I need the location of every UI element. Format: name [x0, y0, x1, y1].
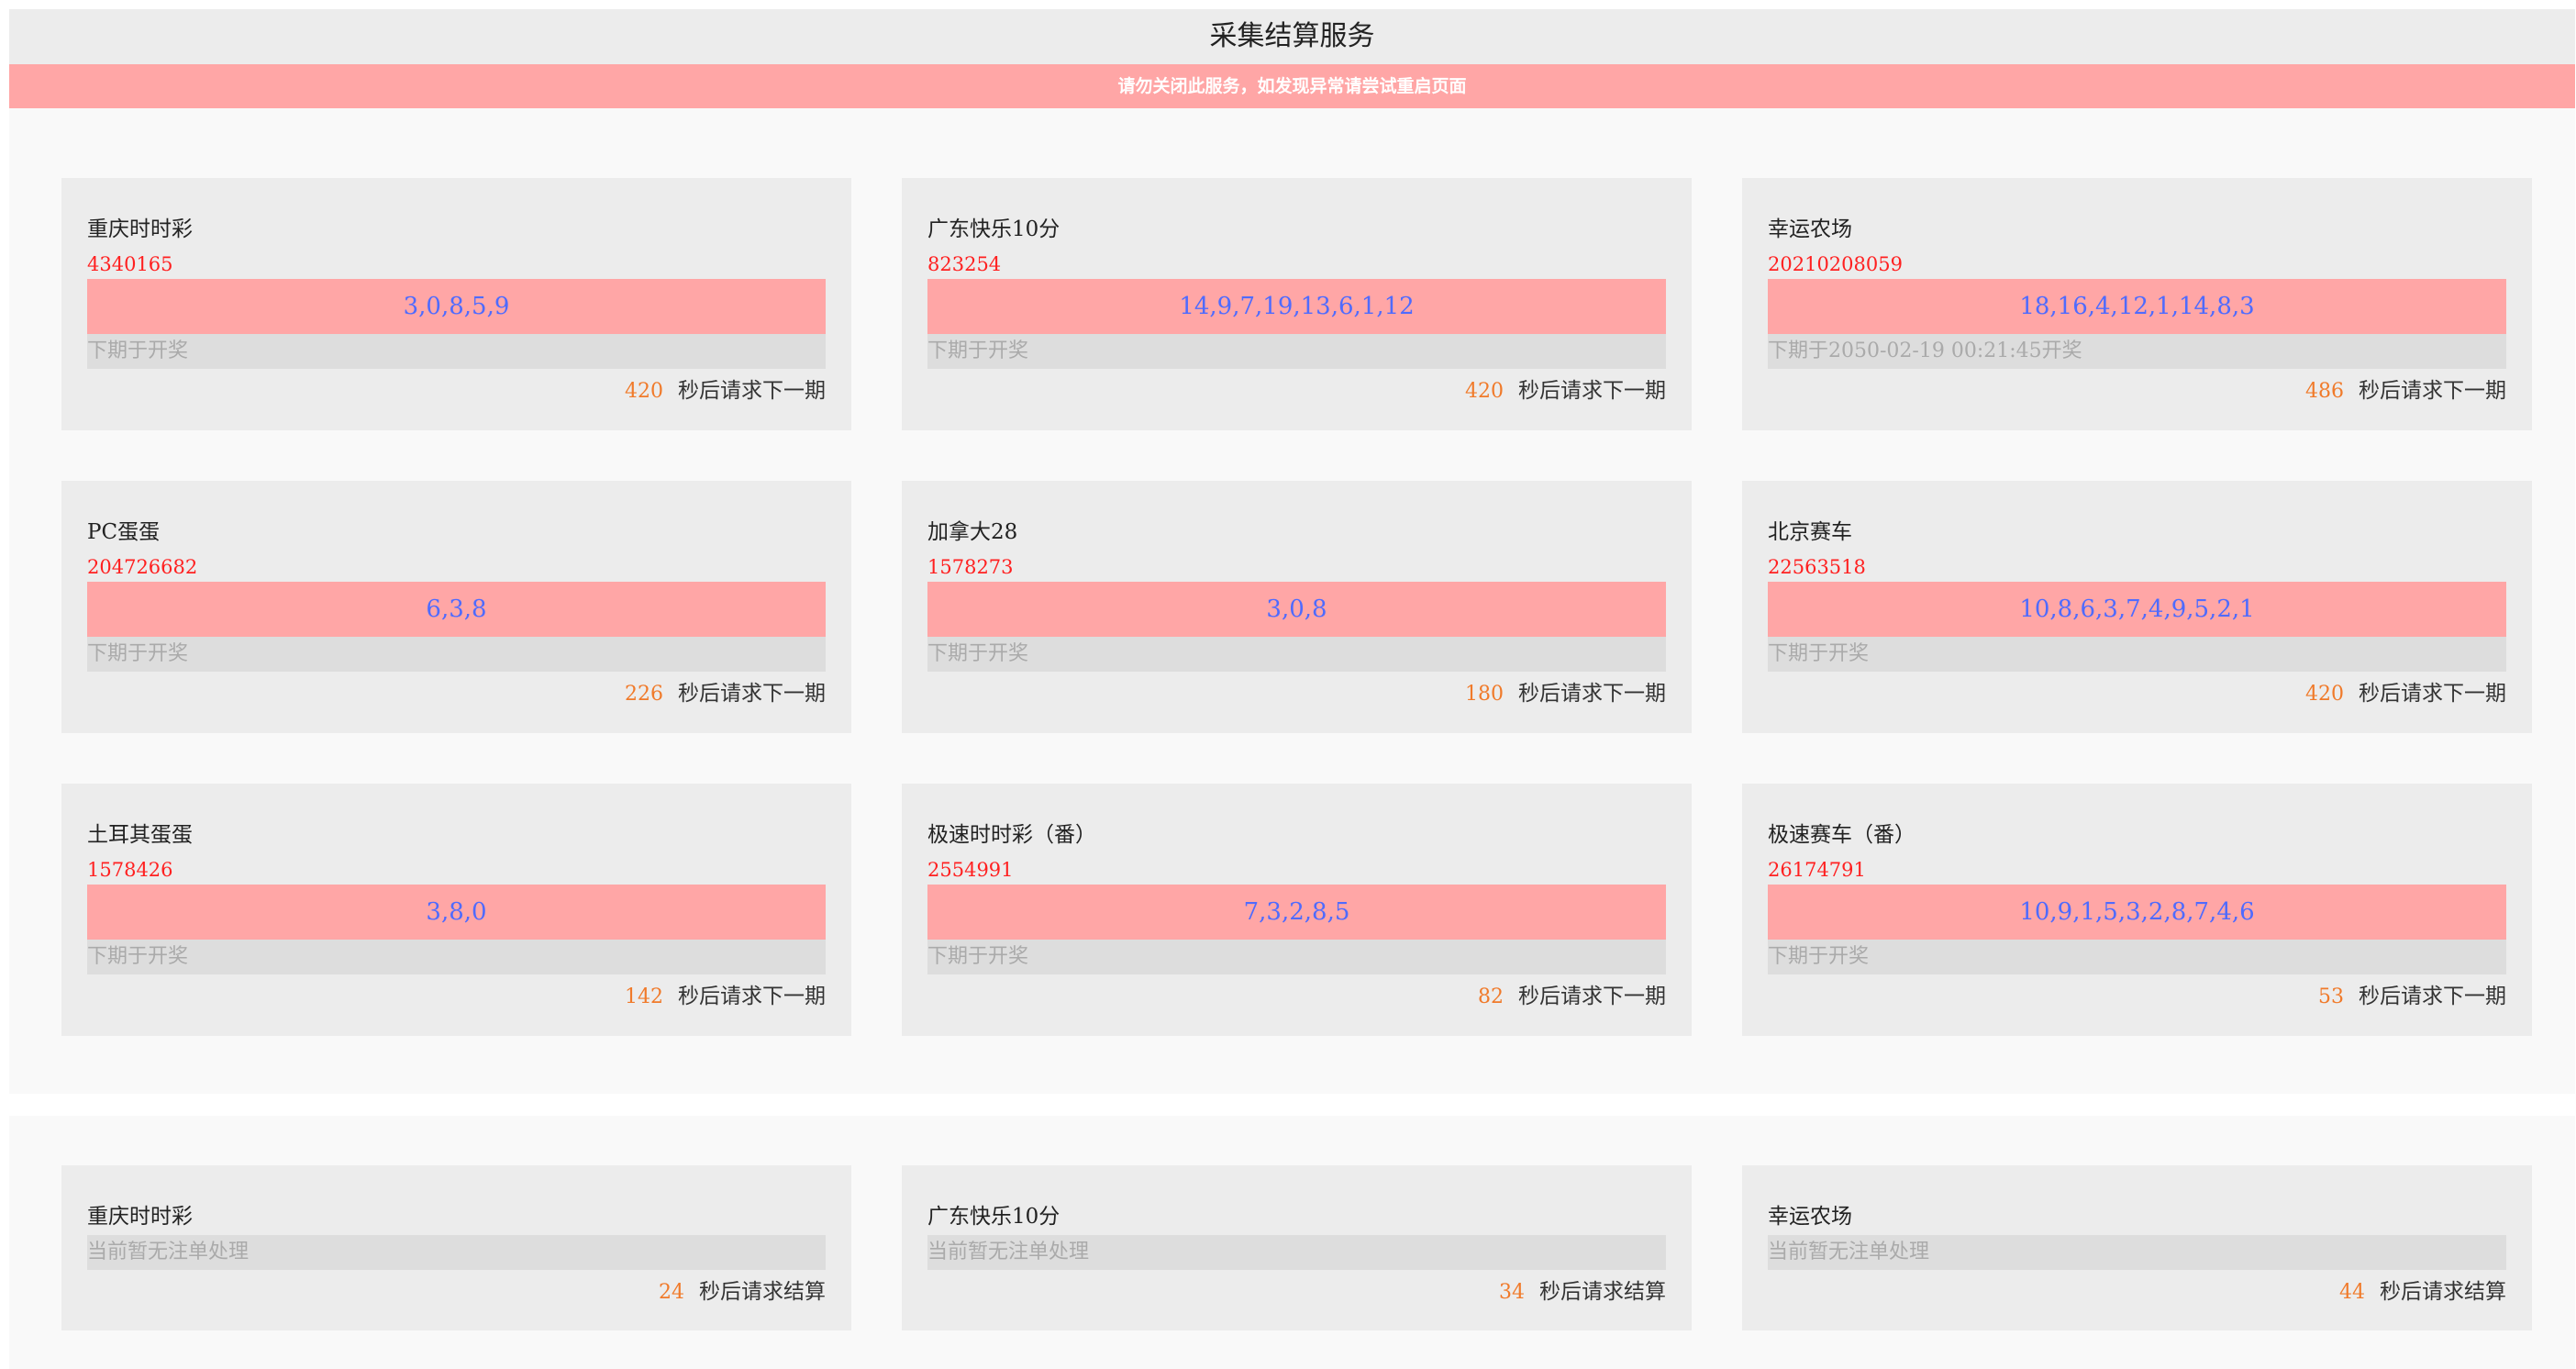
countdown: 34 秒后请求结算: [1499, 1274, 1666, 1305]
issue-number: 26174791: [1768, 859, 1866, 881]
countdown-label: 秒后请求结算: [699, 1280, 826, 1304]
lottery-name: 幸运农场: [1768, 1205, 1852, 1229]
next-draw-info: 下期于开奖: [927, 334, 1666, 369]
settle-card-cqssc: 重庆时时彩 当前暂无注单处理 24 秒后请求结算: [61, 1165, 851, 1330]
draw-numbers: 10,9,1,5,3,2,8,7,4,6: [1768, 885, 2506, 940]
collect-card-xync: 幸运农场 20210208059 18,16,4,12,1,14,8,3 下期于…: [1742, 178, 2532, 430]
countdown-seconds: 44: [2339, 1281, 2365, 1304]
countdown: 420 秒后请求下一期: [1465, 373, 1666, 404]
lottery-name: 幸运农场: [1768, 217, 1852, 241]
countdown: 420 秒后请求下一期: [2305, 675, 2506, 707]
lottery-name: 广东快乐10分: [927, 217, 1060, 241]
countdown: 82 秒后请求下一期: [1478, 978, 1666, 1009]
lottery-name: 重庆时时彩: [87, 1205, 193, 1229]
draw-numbers: 3,0,8,5,9: [87, 279, 826, 334]
next-draw-info: 下期于2050-02-19 00:21:45开奖: [1768, 334, 2506, 369]
page-title: 采集结算服务: [9, 9, 2575, 64]
lottery-name: 极速赛车（番）: [1768, 823, 1915, 847]
countdown-label: 秒后请求下一期: [1518, 985, 1666, 1008]
issue-number: 4340165: [87, 253, 173, 275]
countdown: 180 秒后请求下一期: [1465, 675, 1666, 707]
next-draw-info: 下期于开奖: [87, 637, 826, 672]
countdown: 142 秒后请求下一期: [625, 978, 826, 1009]
countdown: 486 秒后请求下一期: [2305, 373, 2506, 404]
next-draw-info: 下期于开奖: [927, 637, 1666, 672]
lottery-name: 广东快乐10分: [927, 1205, 1060, 1229]
issue-number: 2554991: [927, 859, 1014, 881]
lottery-name: 重庆时时彩: [87, 217, 193, 241]
issue-number: 20210208059: [1768, 253, 1903, 275]
settle-status: 当前暂无注单处理: [1768, 1235, 2506, 1270]
countdown-seconds: 34: [1499, 1281, 1525, 1304]
countdown-seconds: 24: [659, 1281, 684, 1304]
countdown-seconds: 420: [2305, 683, 2344, 706]
countdown-label: 秒后请求结算: [1539, 1280, 1666, 1304]
issue-number: 823254: [927, 253, 1002, 275]
countdown-label: 秒后请求下一期: [1518, 682, 1666, 706]
countdown-seconds: 53: [2318, 985, 2344, 1008]
warning-banner: 请勿关闭此服务，如发现异常请尝试重启页面: [9, 64, 2575, 108]
next-draw-info: 下期于开奖: [87, 334, 826, 369]
countdown: 44 秒后请求结算: [2339, 1274, 2506, 1305]
countdown-seconds: 486: [2305, 380, 2344, 403]
lottery-name: 土耳其蛋蛋: [87, 823, 193, 847]
collect-card-jsssc: 极速时时彩（番） 2554991 7,3,2,8,5 下期于开奖 82 秒后请求下…: [902, 784, 1692, 1036]
draw-numbers: 3,0,8: [927, 582, 1666, 637]
countdown-label: 秒后请求下一期: [678, 985, 826, 1008]
countdown-label: 秒后请求结算: [2380, 1280, 2506, 1304]
countdown: 226 秒后请求下一期: [625, 675, 826, 707]
collect-card-gdkl10: 广东快乐10分 823254 14,9,7,19,13,6,1,12 下期于开奖…: [902, 178, 1692, 430]
draw-numbers: 10,8,6,3,7,4,9,5,2,1: [1768, 582, 2506, 637]
draw-numbers: 3,8,0: [87, 885, 826, 940]
countdown: 24 秒后请求结算: [659, 1274, 826, 1305]
collect-card-bjsc: 北京赛车 22563518 10,8,6,3,7,4,9,5,2,1 下期于开奖…: [1742, 481, 2532, 733]
settle-card-gdkl10: 广东快乐10分 当前暂无注单处理 34 秒后请求结算: [902, 1165, 1692, 1330]
collect-card-cqssc: 重庆时时彩 4340165 3,0,8,5,9 下期于开奖 420 秒后请求下一期: [61, 178, 851, 430]
countdown: 53 秒后请求下一期: [2318, 978, 2506, 1009]
collect-card-pcdd: PC蛋蛋 204726682 6,3,8 下期于开奖 226 秒后请求下一期: [61, 481, 851, 733]
countdown-seconds: 420: [625, 380, 663, 403]
settle-card-xync: 幸运农场 当前暂无注单处理 44 秒后请求结算: [1742, 1165, 2532, 1330]
countdown-seconds: 226: [625, 683, 663, 706]
page: 采集结算服务 请勿关闭此服务，如发现异常请尝试重启页面 重庆时时彩 434016…: [9, 9, 2575, 1369]
collect-panel: 重庆时时彩 4340165 3,0,8,5,9 下期于开奖 420 秒后请求下一期…: [9, 108, 2575, 1094]
settle-status: 当前暂无注单处理: [87, 1235, 826, 1270]
next-draw-info: 下期于开奖: [87, 940, 826, 974]
settle-status: 当前暂无注单处理: [927, 1235, 1666, 1270]
issue-number: 1578426: [87, 859, 173, 881]
lottery-name: 加拿大28: [927, 520, 1018, 544]
countdown-label: 秒后请求下一期: [2359, 985, 2506, 1008]
lottery-name: PC蛋蛋: [87, 520, 161, 544]
collect-card-tredd: 土耳其蛋蛋 1578426 3,8,0 下期于开奖 142 秒后请求下一期: [61, 784, 851, 1036]
draw-numbers: 7,3,2,8,5: [927, 885, 1666, 940]
countdown-seconds: 420: [1465, 380, 1504, 403]
countdown-label: 秒后请求下一期: [678, 682, 826, 706]
countdown-label: 秒后请求下一期: [678, 379, 826, 403]
settle-panel: 重庆时时彩 当前暂无注单处理 24 秒后请求结算 广东快乐10分 当前暂无注单处理…: [9, 1116, 2575, 1369]
next-draw-info: 下期于开奖: [927, 940, 1666, 974]
countdown-label: 秒后请求下一期: [2359, 379, 2506, 403]
lottery-name: 北京赛车: [1768, 520, 1852, 544]
countdown-seconds: 142: [625, 985, 663, 1008]
draw-numbers: 14,9,7,19,13,6,1,12: [927, 279, 1666, 334]
collect-card-jnd28: 加拿大28 1578273 3,0,8 下期于开奖 180 秒后请求下一期: [902, 481, 1692, 733]
countdown: 420 秒后请求下一期: [625, 373, 826, 404]
issue-number: 1578273: [927, 556, 1014, 578]
countdown-seconds: 180: [1465, 683, 1504, 706]
next-draw-info: 下期于开奖: [1768, 637, 2506, 672]
countdown-label: 秒后请求下一期: [1518, 379, 1666, 403]
draw-numbers: 18,16,4,12,1,14,8,3: [1768, 279, 2506, 334]
issue-number: 22563518: [1768, 556, 1866, 578]
countdown-label: 秒后请求下一期: [2359, 682, 2506, 706]
issue-number: 204726682: [87, 556, 198, 578]
countdown-seconds: 82: [1478, 985, 1504, 1008]
collect-card-jssc: 极速赛车（番） 26174791 10,9,1,5,3,2,8,7,4,6 下期…: [1742, 784, 2532, 1036]
next-draw-info: 下期于开奖: [1768, 940, 2506, 974]
lottery-name: 极速时时彩（番）: [927, 823, 1096, 847]
draw-numbers: 6,3,8: [87, 582, 826, 637]
